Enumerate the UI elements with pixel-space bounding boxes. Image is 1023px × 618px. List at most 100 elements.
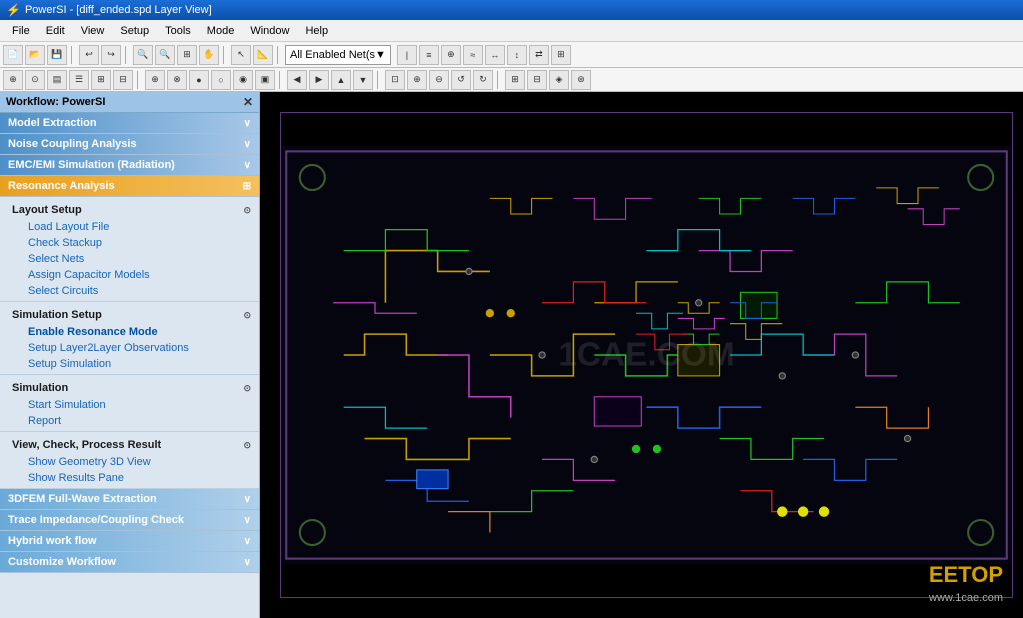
tb-extra6[interactable]: ↕: [507, 45, 527, 65]
tb2-btn2[interactable]: ⊙: [25, 70, 45, 90]
tb2-btn11[interactable]: ◉: [233, 70, 253, 90]
subsection-layout-setup-header[interactable]: Layout Setup ⊙: [0, 201, 259, 219]
subsection-view-check-arrow: ⊙: [243, 440, 251, 451]
subsection-layout-setup-arrow: ⊙: [243, 205, 251, 216]
tb-extra1[interactable]: |: [397, 45, 417, 65]
url-text: www.1cae.com: [929, 592, 1003, 604]
tb2-btn18[interactable]: ⊕: [407, 70, 427, 90]
tb2-btn16[interactable]: ▼: [353, 70, 373, 90]
item-assign-capacitor-models[interactable]: Assign Capacitor Models: [0, 267, 259, 283]
item-enable-resonance-mode[interactable]: Enable Resonance Mode: [0, 324, 259, 340]
item-setup-layer2layer[interactable]: Setup Layer2Layer Observations: [0, 340, 259, 356]
tb2-btn17[interactable]: ⊡: [385, 70, 405, 90]
subsection-simulation-header[interactable]: Simulation ⊙: [0, 379, 259, 397]
section-hybrid[interactable]: Hybrid work flow ∨: [0, 531, 259, 552]
zoom-fit-btn[interactable]: ⊞: [177, 45, 197, 65]
workflow-close-btn[interactable]: ✕: [243, 95, 253, 109]
sep4: [277, 46, 281, 64]
menu-item-view[interactable]: View: [73, 23, 113, 39]
item-show-results-pane[interactable]: Show Results Pane: [0, 470, 259, 486]
section-noise-coupling[interactable]: Noise Coupling Analysis ∨: [0, 134, 259, 155]
menu-item-tools[interactable]: Tools: [157, 23, 199, 39]
subsection-view-check: View, Check, Process Result ⊙ Show Geome…: [0, 432, 259, 489]
item-show-geometry-3d[interactable]: Show Geometry 3D View: [0, 454, 259, 470]
menu-item-setup[interactable]: Setup: [112, 23, 157, 39]
tb-extra7[interactable]: ⇄: [529, 45, 549, 65]
subsection-simulation: Simulation ⊙ Start Simulation Report: [0, 375, 259, 432]
tb2-btn12[interactable]: ▣: [255, 70, 275, 90]
tb2-btn9[interactable]: ●: [189, 70, 209, 90]
item-setup-simulation[interactable]: Setup Simulation: [0, 356, 259, 372]
tb2-btn19[interactable]: ⊖: [429, 70, 449, 90]
tb2-btn10[interactable]: ○: [211, 70, 231, 90]
pcb-svg: 1CAE.COM: [281, 113, 1012, 597]
pcb-view[interactable]: 1CAE.COM EETOP www.1cae.com: [260, 92, 1023, 618]
tb2-btn4[interactable]: ☰: [69, 70, 89, 90]
item-check-stackup[interactable]: Check Stackup: [0, 235, 259, 251]
tb2-sep3: [377, 71, 381, 89]
all-enabled-dropdown[interactable]: All Enabled Net(s ▼: [285, 45, 391, 65]
section-model-extraction[interactable]: Model Extraction ∨: [0, 113, 259, 134]
section-resonance[interactable]: Resonance Analysis ⊞: [0, 176, 259, 197]
menu-item-mode[interactable]: Mode: [199, 23, 243, 39]
item-start-simulation[interactable]: Start Simulation: [0, 397, 259, 413]
section-emc-emi[interactable]: EMC/EMI Simulation (Radiation) ∨: [0, 155, 259, 176]
sep3: [223, 46, 227, 64]
menu-item-edit[interactable]: Edit: [38, 23, 73, 39]
section-3dfem-label: 3DFEM Full-Wave Extraction: [8, 493, 157, 505]
menubar: FileEditViewSetupToolsModeWindowHelp: [0, 20, 1023, 42]
section-trace-impedance[interactable]: Trace Impedance/Coupling Check ∨: [0, 510, 259, 531]
workflow-label: Workflow: PowerSI: [6, 96, 105, 108]
tb-extra3[interactable]: ⊕: [441, 45, 461, 65]
tb2-btn7[interactable]: ⊕: [145, 70, 165, 90]
tb2-btn6[interactable]: ⊟: [113, 70, 133, 90]
save-btn[interactable]: 💾: [47, 45, 67, 65]
tb-extra8[interactable]: ⊞: [551, 45, 571, 65]
tb-extra4[interactable]: ≈: [463, 45, 483, 65]
section-customize-workflow[interactable]: Customize Workflow ∨: [0, 552, 259, 573]
tb2-btn22[interactable]: ⊞: [505, 70, 525, 90]
subsection-view-check-header[interactable]: View, Check, Process Result ⊙: [0, 436, 259, 454]
tb2-btn8[interactable]: ⊗: [167, 70, 187, 90]
app-icon: ⚡: [6, 3, 21, 17]
zoom-in-btn[interactable]: 🔍: [133, 45, 153, 65]
tb2-btn14[interactable]: ▶: [309, 70, 329, 90]
item-select-circuits[interactable]: Select Circuits: [0, 283, 259, 299]
tb2-btn3[interactable]: ▤: [47, 70, 67, 90]
open-btn[interactable]: 📂: [25, 45, 45, 65]
subsection-simulation-setup-header[interactable]: Simulation Setup ⊙: [0, 306, 259, 324]
dropdown-arrow-icon: ▼: [375, 49, 386, 61]
menu-item-file[interactable]: File: [4, 23, 38, 39]
tb-extra2[interactable]: ≡: [419, 45, 439, 65]
tb2-btn24[interactable]: ◈: [549, 70, 569, 90]
section-emc-emi-arrow: ∨: [244, 160, 251, 171]
menu-item-help[interactable]: Help: [297, 23, 336, 39]
tb2-btn23[interactable]: ⊟: [527, 70, 547, 90]
menu-item-window[interactable]: Window: [242, 23, 297, 39]
left-panel: Workflow: PowerSI ✕ Model Extraction ∨ N…: [0, 92, 260, 618]
item-report[interactable]: Report: [0, 413, 259, 429]
tb2-btn1[interactable]: ⊕: [3, 70, 23, 90]
section-3dfem[interactable]: 3DFEM Full-Wave Extraction ∨: [0, 489, 259, 510]
tb2-btn15[interactable]: ▲: [331, 70, 351, 90]
new-btn[interactable]: 📄: [3, 45, 23, 65]
select-btn[interactable]: ↖: [231, 45, 251, 65]
tb2-btn20[interactable]: ↺: [451, 70, 471, 90]
tb2-btn5[interactable]: ⊞: [91, 70, 111, 90]
section-resonance-label: Resonance Analysis: [8, 180, 115, 192]
undo-btn[interactable]: ↩: [79, 45, 99, 65]
item-select-nets[interactable]: Select Nets: [0, 251, 259, 267]
tb2-btn13[interactable]: ◀: [287, 70, 307, 90]
redo-btn[interactable]: ↪: [101, 45, 121, 65]
section-model-extraction-label: Model Extraction: [8, 117, 97, 129]
pan-btn[interactable]: ✋: [199, 45, 219, 65]
measure-btn[interactable]: 📐: [253, 45, 273, 65]
tb2-btn25[interactable]: ⊛: [571, 70, 591, 90]
subsection-simulation-setup-arrow: ⊙: [243, 310, 251, 321]
svg-text:1CAE.COM: 1CAE.COM: [558, 336, 734, 373]
zoom-out-btn[interactable]: 🔍: [155, 45, 175, 65]
item-load-layout-file[interactable]: Load Layout File: [0, 219, 259, 235]
tb-extra5[interactable]: ↔: [485, 45, 505, 65]
tb2-btn21[interactable]: ↻: [473, 70, 493, 90]
tb2-sep1: [137, 71, 141, 89]
